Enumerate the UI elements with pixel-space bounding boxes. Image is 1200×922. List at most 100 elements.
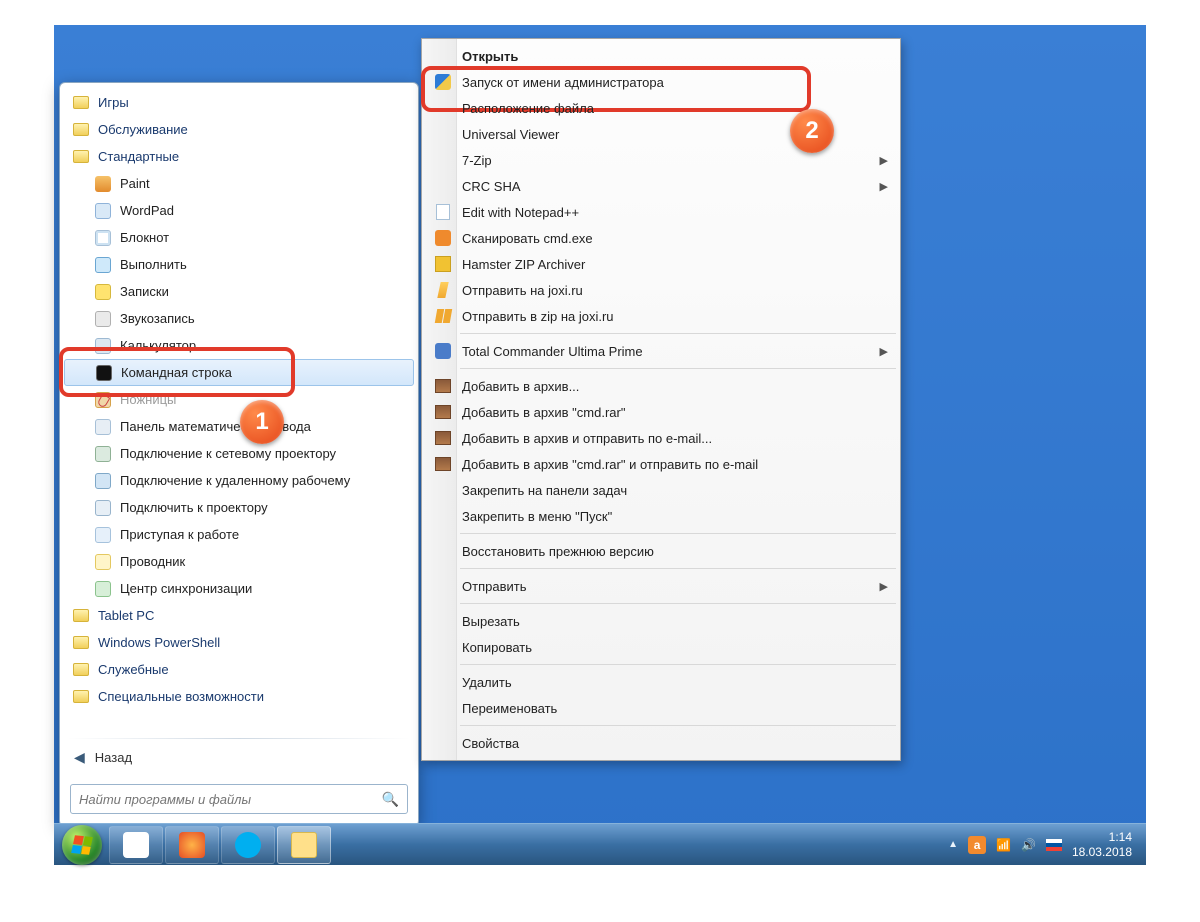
start-item[interactable]: Выполнить (64, 251, 414, 278)
folder-icon (72, 94, 90, 112)
context-item[interactable]: Добавить в архив "cmd.rar" (424, 399, 898, 425)
start-button[interactable] (62, 825, 102, 865)
start-item[interactable]: WordPad (64, 197, 414, 224)
start-item[interactable]: Центр синхронизации (64, 575, 414, 602)
start-item[interactable]: Обслуживание (64, 116, 414, 143)
context-item-label: Edit with Notepad++ (462, 205, 874, 220)
start-item-label: Приступая к работе (120, 527, 239, 542)
context-item[interactable]: Восстановить прежнюю версию (424, 538, 898, 564)
gi-notepad-icon (94, 229, 112, 247)
context-item[interactable]: Hamster ZIP Archiver (424, 251, 898, 277)
start-item[interactable]: Приступая к работе (64, 521, 414, 548)
start-item-label: Подключить к проектору (120, 500, 268, 515)
gi-math-icon (94, 418, 112, 436)
context-separator (460, 533, 896, 534)
gi-rdp-icon (94, 472, 112, 490)
taskbar-panda-button[interactable] (109, 826, 163, 864)
context-item-label: Добавить в архив "cmd.rar" (462, 405, 874, 420)
context-item[interactable]: CRC SHA▶ (424, 173, 898, 199)
start-item[interactable]: Записки (64, 278, 414, 305)
start-item[interactable]: Подключить к проектору (64, 494, 414, 521)
context-run-as-admin[interactable]: Запуск от имени администратора (424, 69, 898, 95)
submenu-arrow-icon: ▶ (880, 345, 888, 358)
volume-icon[interactable]: 🔊 (1021, 838, 1036, 852)
taskbar: ▲ a 📶 🔊 1:14 18.03.2018 (54, 823, 1146, 865)
start-item[interactable]: Подключение к удаленному рабочему (64, 467, 414, 494)
start-item[interactable]: Панель математического ввода (64, 413, 414, 440)
firefox-icon (179, 832, 205, 858)
context-item[interactable]: Сканировать cmd.exe (424, 225, 898, 251)
start-item[interactable]: Windows PowerShell (64, 629, 414, 656)
ci-edit-icon (434, 203, 452, 221)
context-item[interactable]: Копировать (424, 634, 898, 660)
context-item[interactable]: Удалить (424, 669, 898, 695)
start-item-label: Выполнить (120, 257, 187, 272)
start-item-label: Записки (120, 284, 169, 299)
gi-proj-icon (94, 499, 112, 517)
context-item[interactable]: 7-Zip▶ (424, 147, 898, 173)
start-item[interactable]: Paint (64, 170, 414, 197)
context-item[interactable]: Добавить в архив и отправить по e-mail..… (424, 425, 898, 451)
start-item-label: Ножницы (120, 392, 176, 407)
taskbar-firefox-button[interactable] (165, 826, 219, 864)
context-item-label: Отправить на joxi.ru (462, 283, 874, 298)
context-item[interactable]: Universal Viewer (424, 121, 898, 147)
start-item[interactable]: Блокнот (64, 224, 414, 251)
folder-icon (72, 148, 90, 166)
blank-icon (434, 481, 452, 499)
start-item-label: Панель математического ввода (120, 419, 311, 434)
start-item[interactable]: Подключение к сетевому проектору (64, 440, 414, 467)
submenu-arrow-icon: ▶ (880, 180, 888, 193)
context-separator (460, 725, 896, 726)
context-item-label: Копировать (462, 640, 874, 655)
context-item[interactable]: Total Commander Ultima Prime ▶ (424, 338, 898, 364)
blank-icon (434, 673, 452, 691)
start-item[interactable]: Tablet PC (64, 602, 414, 629)
start-item[interactable]: Звукозапись (64, 305, 414, 332)
tray-overflow-icon[interactable]: ▲ (948, 839, 958, 850)
network-icon[interactable]: 📶 (996, 838, 1011, 852)
start-item[interactable]: Специальные возможности (64, 683, 414, 710)
context-item[interactable]: Закрепить на панели задач (424, 477, 898, 503)
clock-time: 1:14 (1072, 830, 1132, 845)
language-icon[interactable] (1046, 839, 1062, 851)
submenu-arrow-icon: ▶ (880, 580, 888, 593)
context-item[interactable]: Добавить в архив... (424, 373, 898, 399)
avast-tray-icon[interactable]: a (968, 836, 986, 854)
taskbar-explorer-button[interactable] (277, 826, 331, 864)
separator (68, 738, 410, 739)
context-item[interactable]: Переименовать (424, 695, 898, 721)
gi-run-icon (94, 256, 112, 274)
context-item[interactable]: Отправить в zip на joxi.ru (424, 303, 898, 329)
context-item-label: Добавить в архив... (462, 379, 874, 394)
start-item[interactable]: Стандартные (64, 143, 414, 170)
search-box[interactable]: 🔍 (70, 784, 408, 814)
context-item[interactable]: Отправить на joxi.ru (424, 277, 898, 303)
back-button[interactable]: ◀ Назад (60, 743, 418, 776)
context-item[interactable]: Отправить ▶ (424, 573, 898, 599)
start-item-cmd[interactable]: Командная строка (64, 359, 414, 386)
context-item[interactable]: Edit with Notepad++ (424, 199, 898, 225)
context-item[interactable]: Свойства (424, 730, 898, 756)
gi-snip-icon (94, 391, 112, 409)
start-item[interactable]: Служебные (64, 656, 414, 683)
blank-icon (434, 507, 452, 525)
context-item-label: Отправить (462, 579, 874, 594)
search-input[interactable] (79, 792, 382, 807)
context-item[interactable]: Закрепить в меню "Пуск" (424, 503, 898, 529)
context-item-label: Total Commander Ultima Prime (462, 344, 874, 359)
start-item[interactable]: Игры (64, 89, 414, 116)
start-item[interactable]: Ножницы (64, 386, 414, 413)
context-item[interactable]: Открыть (424, 43, 898, 69)
start-item[interactable]: Калькулятор (64, 332, 414, 359)
context-item[interactable]: Добавить в архив "cmd.rar" и отправить п… (424, 451, 898, 477)
taskbar-skype-button[interactable] (221, 826, 275, 864)
start-item[interactable]: Проводник (64, 548, 414, 575)
context-separator (460, 333, 896, 334)
blank-icon (434, 699, 452, 717)
panda-icon (123, 832, 149, 858)
start-menu: ИгрыОбслуживаниеСтандартныеPaintWordPadБ… (59, 82, 419, 827)
context-item[interactable]: Вырезать (424, 608, 898, 634)
context-item[interactable]: Расположение файла (424, 95, 898, 121)
clock[interactable]: 1:14 18.03.2018 (1072, 830, 1132, 860)
